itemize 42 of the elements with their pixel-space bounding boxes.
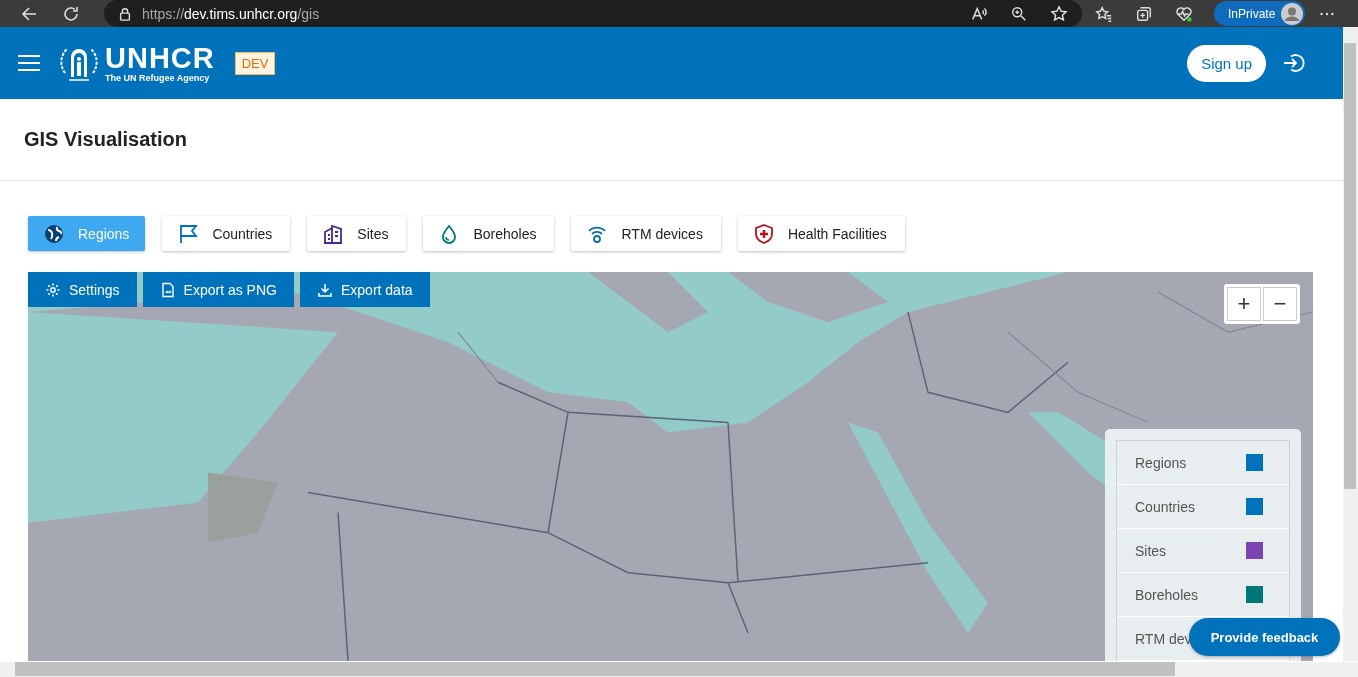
zoom-icon[interactable] (1010, 4, 1028, 23)
collections-icon[interactable] (1135, 4, 1153, 23)
legend-label: Sites (1135, 542, 1167, 559)
map-toolbar-button[interactable]: Export as PNG (142, 272, 294, 307)
document-icon (159, 281, 176, 298)
horizontal-scrollbar[interactable] (0, 662, 1358, 677)
map-toolbar-button[interactable]: Export data (299, 272, 430, 307)
shield-cross-icon (753, 223, 774, 244)
legend-label: Regions (1135, 454, 1187, 471)
layer-tab[interactable]: Sites (307, 216, 407, 251)
feedback-button[interactable]: Provide feedback (1189, 618, 1340, 656)
logo-tagline: The UN Refugee Agency (105, 73, 211, 83)
legend-label: RTM dev (1135, 630, 1192, 647)
zoom-in-button[interactable]: + (1227, 287, 1261, 321)
vertical-scrollbar[interactable] (1343, 27, 1358, 661)
layer-tab[interactable]: Boreholes (423, 216, 555, 251)
favorites-icon[interactable] (1095, 4, 1113, 23)
lock-icon (118, 6, 132, 21)
avatar-icon (1281, 2, 1304, 25)
legend-label: Boreholes (1135, 586, 1199, 603)
page-title: GIS Visualisation (24, 128, 188, 151)
environment-badge: DEV (234, 51, 276, 75)
legend-label: Countries (1135, 498, 1195, 515)
layer-tab[interactable]: RTM devices (571, 216, 721, 251)
settings-icon (45, 281, 61, 298)
address-bar[interactable]: https://dev.tims.unhcr.org/gis (104, 0, 1082, 27)
logo-wordmark: UNHCR (105, 43, 215, 73)
profile-button[interactable]: InPrivate (1214, 1, 1306, 26)
menu-icon[interactable] (18, 54, 40, 72)
layer-tab[interactable]: Health Facilities (737, 216, 905, 251)
sign-up-button[interactable]: Sign up (1187, 44, 1266, 82)
health-monitor-icon[interactable] (1175, 4, 1193, 23)
zoom-out-button[interactable]: − (1263, 287, 1297, 321)
star-icon[interactable] (1050, 4, 1068, 23)
globe-icon (44, 223, 64, 244)
sign-in-icon[interactable] (1282, 51, 1306, 75)
url-text: https://dev.tims.unhcr.org/gis (142, 5, 320, 22)
map-toolbar-button[interactable]: Settings (28, 272, 137, 307)
building-icon (323, 223, 344, 244)
layer-tab[interactable]: Countries (162, 216, 291, 251)
flag-icon (178, 223, 199, 244)
download-icon (316, 281, 333, 298)
